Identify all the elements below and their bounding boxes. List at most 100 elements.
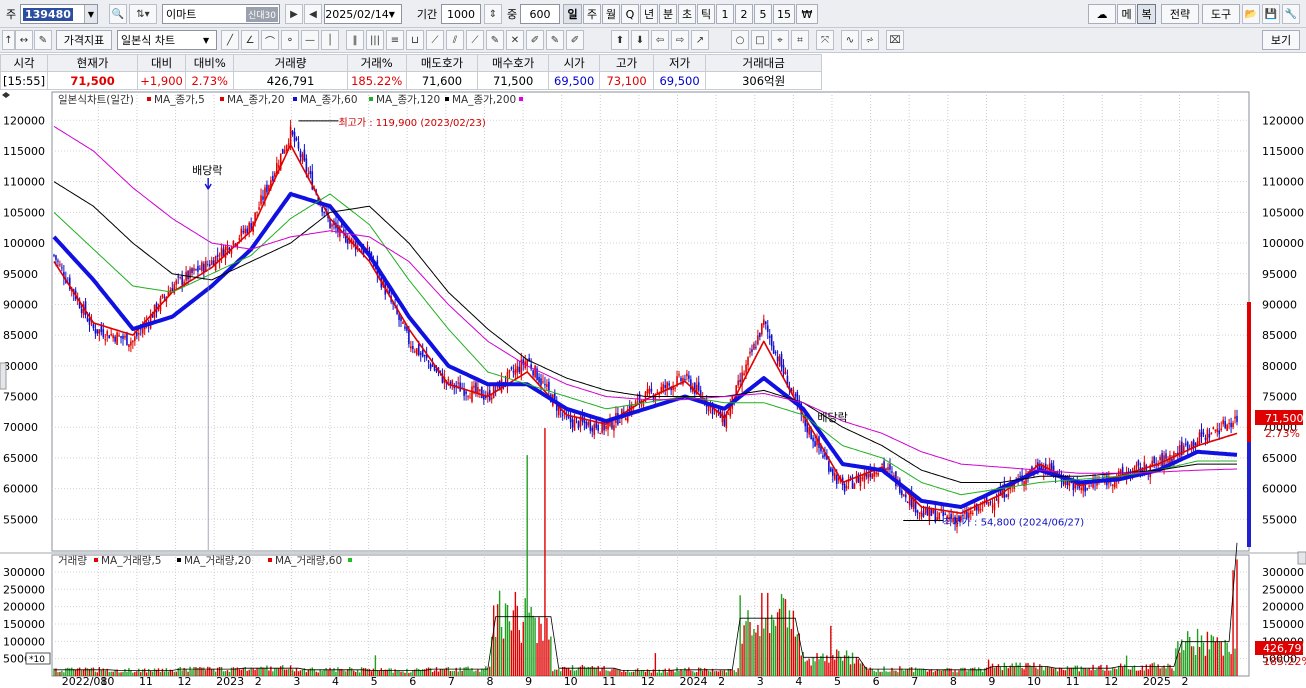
draw-tool-13-icon[interactable]: ✎ [486,30,504,50]
draw-tool-0-icon[interactable]: ╱ [221,30,239,50]
copy-button[interactable]: 복 [1137,4,1156,24]
period-tab-1[interactable]: 주 [583,4,601,24]
volume-bar [345,671,347,676]
chart-type-select[interactable]: 일본식 차트 ▼ [117,30,217,50]
sort-icon[interactable]: ⇅▾ [129,4,157,24]
volume-bar [469,669,471,676]
candle-body [205,260,207,272]
play-prev-icon[interactable]: ◀ [304,4,322,24]
zoom-input[interactable]: 600 [520,4,560,24]
volume-bar [181,670,183,676]
candle-body [398,314,400,320]
period-tab-12[interactable]: ₩ [796,4,818,24]
period-tab-8[interactable]: 1 [716,4,734,24]
candle-body [1218,430,1221,435]
draw-tool-27-icon[interactable]: ⤧ [816,30,834,50]
draw-tool-11-icon[interactable]: ⫽ [446,30,464,50]
volume-bar [1033,662,1035,676]
view-button[interactable]: 보기 [1262,30,1300,50]
draw-tool-3-icon[interactable]: ⚬ [281,30,299,50]
volume-bar [895,670,897,676]
draw-tool-14-icon[interactable]: ✕ [506,30,524,50]
draw-tool-16-icon[interactable]: ✎ [546,30,564,50]
menu-button[interactable]: 메 [1117,4,1136,24]
save-icon[interactable]: 💾 [1262,4,1280,24]
draw-tool-10-icon[interactable]: ⟋ [426,30,444,50]
x-tick-label: 2024 [680,675,708,688]
draw-tool-15-icon[interactable]: ✐ [526,30,544,50]
draw-tool-4-icon[interactable]: — [301,30,319,50]
draw-tool-22-icon[interactable]: ↗ [691,30,709,50]
draw-tool-18-icon[interactable]: ⬆ [611,30,629,50]
volume-bar [1045,666,1047,676]
draw-tool-29-icon[interactable]: ⩫ [861,30,879,50]
draw-tool-25-icon[interactable]: ⌖ [771,30,789,50]
period-tab-7[interactable]: 틱 [697,4,715,24]
wrench-icon[interactable]: 🔧 [1282,4,1300,24]
draw-tool-26-icon[interactable]: ⌗ [791,30,809,50]
volume-bar [195,667,197,676]
candle-body [532,370,534,376]
x-tick-label: 11 [1066,675,1080,688]
strategy-button[interactable]: 전략 [1161,4,1199,24]
edit-icon[interactable]: ✎ [34,30,52,50]
volume-bar [623,670,625,676]
stock-code-input[interactable]: 139480 ▼ [20,4,98,24]
price-indicator-button[interactable]: 가격지표 [56,30,112,50]
volume-bar [317,672,319,676]
draw-tool-24-icon[interactable]: □ [751,30,769,50]
draw-tool-21-icon[interactable]: ⇨ [671,30,689,50]
arrow-up-icon[interactable]: ↑ [2,30,15,50]
candle-body [130,341,132,346]
tools-button[interactable]: 도구 [1202,4,1240,24]
period-tab-0[interactable]: 일 [563,4,582,24]
volume-bar [938,669,940,676]
stock-chart[interactable]: 55000 5500060000 6000065000 6500070000 70000… [0,90,1306,688]
chevron-down-icon[interactable]: ▼ [84,5,97,23]
volume-bar [851,652,854,676]
search-icon[interactable]: 🔍 [109,4,127,24]
period-tab-11[interactable]: 15 [773,4,795,24]
draw-tool-20-icon[interactable]: ⇦ [651,30,669,50]
draw-tool-9-icon[interactable]: ⊔ [406,30,424,50]
play-next-icon[interactable]: ▶ [285,4,303,24]
volume-bar [875,671,877,676]
draw-tool-30-icon[interactable]: ⌧ [886,30,904,50]
top-toolbar: 주 139480 ▼ 🔍 ⇅▾ 이마트 신대30 ▶ ◀ 2025/02/14 ▼ 기… [0,0,1306,28]
candle-body [1086,488,1088,490]
draw-tool-2-icon[interactable]: ⌒ [261,30,279,50]
draw-tool-6-icon[interactable]: ‖ [346,30,364,50]
draw-tool-1-icon[interactable]: ∠ [241,30,259,50]
arrow-lr-icon[interactable]: ↔ [15,30,33,50]
period-tab-5[interactable]: 분 [659,4,677,24]
period-tab-3[interactable]: Q [621,4,639,24]
period-tab-9[interactable]: 2 [735,4,753,24]
draw-tool-5-icon[interactable]: │ [321,30,339,50]
quote-value-3: 2.73% [185,71,235,90]
period-tab-10[interactable]: 5 [754,4,772,24]
candle-body [867,474,870,479]
date-input[interactable]: 2025/02/14 ▼ [324,4,402,24]
draw-tool-19-icon[interactable]: ⬇ [631,30,649,50]
period-input[interactable]: 1000 [441,4,481,24]
folder-icon[interactable]: 📂 [1242,4,1260,24]
period-tab-6[interactable]: 초 [678,4,696,24]
volume-bar [1054,668,1057,676]
draw-tool-17-icon[interactable]: ✐ [566,30,584,50]
candle-body [92,323,95,329]
x-tick-label: 6 [873,675,880,688]
period-tab-4[interactable]: 년 [640,4,658,24]
draw-tool-7-icon[interactable]: ||| [366,30,384,50]
draw-tool-28-icon[interactable]: ∿ [841,30,859,50]
candle-body [181,274,183,285]
cloud-icon[interactable]: ☁ [1088,4,1116,24]
candle-body [59,264,61,266]
draw-tool-8-icon[interactable]: ≡ [386,30,404,50]
candle-body [853,483,856,489]
draw-tool-23-icon[interactable]: ○ [731,30,749,50]
stock-name-field[interactable]: 이마트 신대30 [162,4,280,24]
draw-tool-12-icon[interactable]: ⟋ [466,30,484,50]
period-tab-2[interactable]: 월 [602,4,620,24]
step-icon[interactable]: ⇕ [484,4,502,24]
quote-value-8: 69,500 [547,71,601,90]
